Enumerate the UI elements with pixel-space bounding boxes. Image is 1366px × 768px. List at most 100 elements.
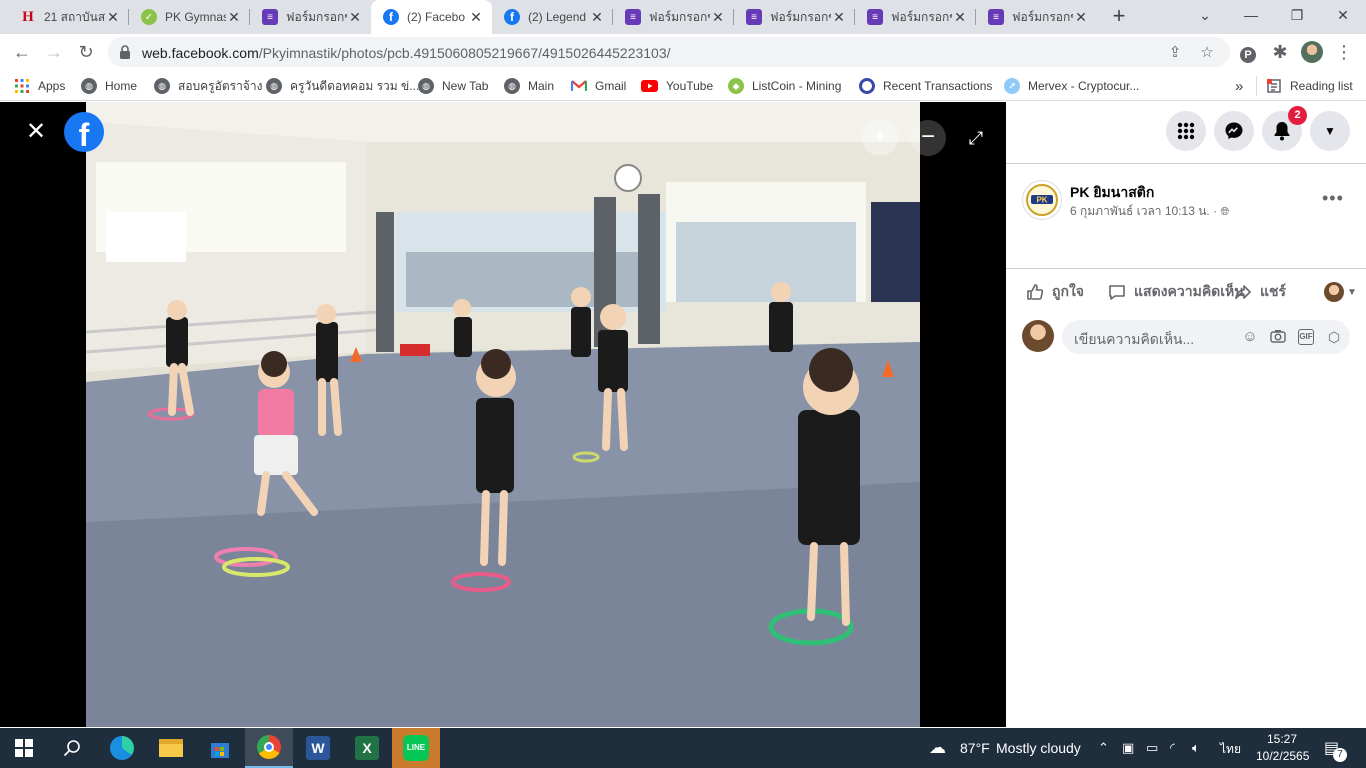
post-more-options-button[interactable]: ••• <box>1322 188 1344 209</box>
taskbar-file-explorer[interactable] <box>147 728 195 768</box>
clock-date[interactable]: 10/2/2565 <box>1256 749 1309 763</box>
bookmark-label: Main <box>528 79 555 93</box>
facebook-icon: f <box>383 9 399 25</box>
messenger-button[interactable] <box>1214 111 1254 151</box>
minimize-button[interactable]: — <box>1228 0 1274 30</box>
avatar[interactable] <box>1022 320 1054 352</box>
close-tab-icon[interactable]: ✕ <box>347 9 363 25</box>
taskbar-line[interactable]: LINE <box>392 728 440 768</box>
browser-tab[interactable]: ≡ ฟอร์มกรอกข ✕ <box>734 0 855 34</box>
account-menu-button[interactable]: ▼ <box>1310 111 1350 151</box>
close-window-button[interactable]: ✕ <box>1320 0 1366 30</box>
gymnastics-class-photo[interactable] <box>86 102 920 727</box>
search-button[interactable] <box>48 728 96 768</box>
close-tab-icon[interactable]: ✕ <box>468 9 484 25</box>
bookmark-recent-transactions[interactable]: Recent Transactions <box>859 76 992 96</box>
bookmark-new-tab[interactable]: ◍ New Tab <box>418 76 488 96</box>
chrome-menu-icon[interactable]: ⋮ <box>1330 38 1358 66</box>
url-path: /Pkyimnastik/photos/pcb.4915060805219667… <box>258 45 671 61</box>
close-tab-icon[interactable]: ✕ <box>710 9 726 25</box>
forward-button[interactable]: → <box>40 38 68 66</box>
bookmark-main[interactable]: ◍ Main <box>504 76 554 96</box>
back-button[interactable]: ← <box>8 38 36 66</box>
close-viewer-button[interactable]: ✕ <box>20 116 52 148</box>
browser-tab[interactable]: ≡ ฟอร์มกรอกข ✕ <box>613 0 734 34</box>
pinterest-extension-icon[interactable]: P <box>1234 38 1262 66</box>
bookmark-mervex[interactable]: ↗ Mervex - Cryptocur... <box>1004 76 1139 96</box>
close-tab-icon[interactable]: ✕ <box>1073 9 1089 25</box>
volume-icon[interactable]: 🔈︎ <box>1192 740 1200 756</box>
browser-tab[interactable]: ≡ ฟอร์มกรอกข ✕ <box>250 0 371 34</box>
page-avatar[interactable]: PK <box>1022 180 1062 220</box>
wifi-icon[interactable]: ◜ <box>1170 740 1175 756</box>
word-icon: W <box>306 736 330 760</box>
weather-description[interactable]: Mostly cloudy <box>996 740 1081 756</box>
battery-icon[interactable]: ▭ <box>1146 740 1158 756</box>
browser-tab[interactable]: f (2) Legend ✕ <box>492 0 613 34</box>
input-language[interactable]: ไทย <box>1220 740 1241 759</box>
bookmark-youtube[interactable]: YouTube <box>641 76 713 96</box>
taskbar-store[interactable] <box>196 728 244 768</box>
browser-tab[interactable]: ≡ ฟอร์มกรอกข ✕ <box>855 0 976 34</box>
show-hidden-icons-chevron-icon[interactable]: ⌃ <box>1098 740 1109 756</box>
taskbar-edge[interactable] <box>98 728 146 768</box>
taskbar-excel[interactable]: X <box>343 728 391 768</box>
restore-button[interactable]: ❐ <box>1274 0 1320 30</box>
bookmark-home[interactable]: ◍ Home <box>81 76 137 96</box>
browser-tab-active[interactable]: f (2) Facebo ✕ <box>371 0 492 34</box>
share-icon[interactable]: ⇪ <box>1166 44 1184 62</box>
close-tab-icon[interactable]: ✕ <box>831 9 847 25</box>
extensions-puzzle-icon[interactable]: ✱ <box>1266 38 1294 66</box>
tab-search-icon[interactable]: ⌄ <box>1182 0 1228 30</box>
bookmark-apps[interactable]: Apps <box>14 76 65 96</box>
facebook-logo-icon[interactable]: f <box>64 112 104 153</box>
sticker-icon[interactable]: ⬡ <box>1326 329 1342 345</box>
avatar <box>1324 282 1344 302</box>
page-name[interactable]: PK ยิมนาสติก <box>1070 182 1154 204</box>
gif-icon[interactable]: GIF <box>1298 329 1314 345</box>
close-tab-icon[interactable]: ✕ <box>226 9 242 25</box>
reload-button[interactable]: ↻ <box>72 38 100 66</box>
new-tab-button[interactable]: + <box>1108 5 1130 28</box>
post-date[interactable]: 6 กุมภาพันธ์ เวลา 10:13 น. · 🌐︎ <box>1070 202 1229 221</box>
line-app-icon: LINE <box>403 735 429 761</box>
share-button[interactable]: แชร์ <box>1234 280 1286 304</box>
browser-tab[interactable]: ✓ PK Gymnas ✕ <box>129 0 250 34</box>
lock-icon[interactable] <box>118 44 132 60</box>
weather-cloud-icon[interactable]: ☁ <box>929 738 946 758</box>
close-tab-icon[interactable]: ✕ <box>589 9 605 25</box>
reaction-profile-selector[interactable]: ▼ <box>1324 280 1357 304</box>
bookmark-kruwandee[interactable]: ◍ ครูวันดีดอทคอม รวม ข่... <box>266 76 419 96</box>
address-bar[interactable]: web.facebook.com/Pkyimnastik/photos/pcb.… <box>108 37 1230 67</box>
like-button[interactable]: ถูกใจ <box>1026 280 1084 304</box>
start-button[interactable] <box>0 728 48 768</box>
comment-input[interactable]: เขียนความคิดเห็น... ☺ GIF ⬡ <box>1062 320 1350 354</box>
close-tab-icon[interactable]: ✕ <box>105 9 121 25</box>
chevron-down-icon: ▼ <box>1324 124 1336 138</box>
url-text[interactable]: web.facebook.com/Pkyimnastik/photos/pcb.… <box>142 45 671 61</box>
fullscreen-icon[interactable]: ⤢ <box>962 124 990 152</box>
notification-count-badge: 2 <box>1288 106 1307 125</box>
bookmark-star-icon[interactable]: ☆ <box>1198 44 1216 62</box>
close-tab-icon[interactable]: ✕ <box>952 9 968 25</box>
camera-icon[interactable] <box>1270 329 1286 345</box>
taskbar-word[interactable]: W <box>294 728 342 768</box>
bookmark-teacher-exam[interactable]: ◍ สอบครูอัตราจ้าง <box>154 76 262 96</box>
browser-tab[interactable]: ≡ ฟอร์มกรอกข ✕ <box>976 0 1097 34</box>
bookmark-label: Home <box>105 79 138 93</box>
browser-tab[interactable]: H 21 สถาบันส ✕ <box>8 0 129 34</box>
emoji-icon[interactable]: ☺ <box>1242 329 1258 345</box>
weather-temperature[interactable]: 87°F <box>960 740 990 756</box>
comment-button[interactable]: แสดงความคิดเห็น <box>1108 280 1244 304</box>
more-bookmarks-button[interactable]: » <box>1235 76 1243 96</box>
zoom-out-button[interactable]: − <box>910 120 946 156</box>
clock-time[interactable]: 15:27 <box>1267 732 1297 746</box>
meet-now-icon[interactable]: ▣ <box>1122 740 1134 756</box>
bookmark-gmail[interactable]: Gmail <box>571 76 626 96</box>
profile-avatar[interactable] <box>1298 38 1326 66</box>
bookmark-listcoin[interactable]: ◆ ListCoin - Mining <box>728 76 841 96</box>
reading-list-button[interactable]: Reading list <box>1266 76 1353 96</box>
zoom-in-button[interactable]: + <box>862 120 898 156</box>
taskbar-chrome[interactable] <box>245 728 293 768</box>
menu-grid-button[interactable] <box>1166 111 1206 151</box>
